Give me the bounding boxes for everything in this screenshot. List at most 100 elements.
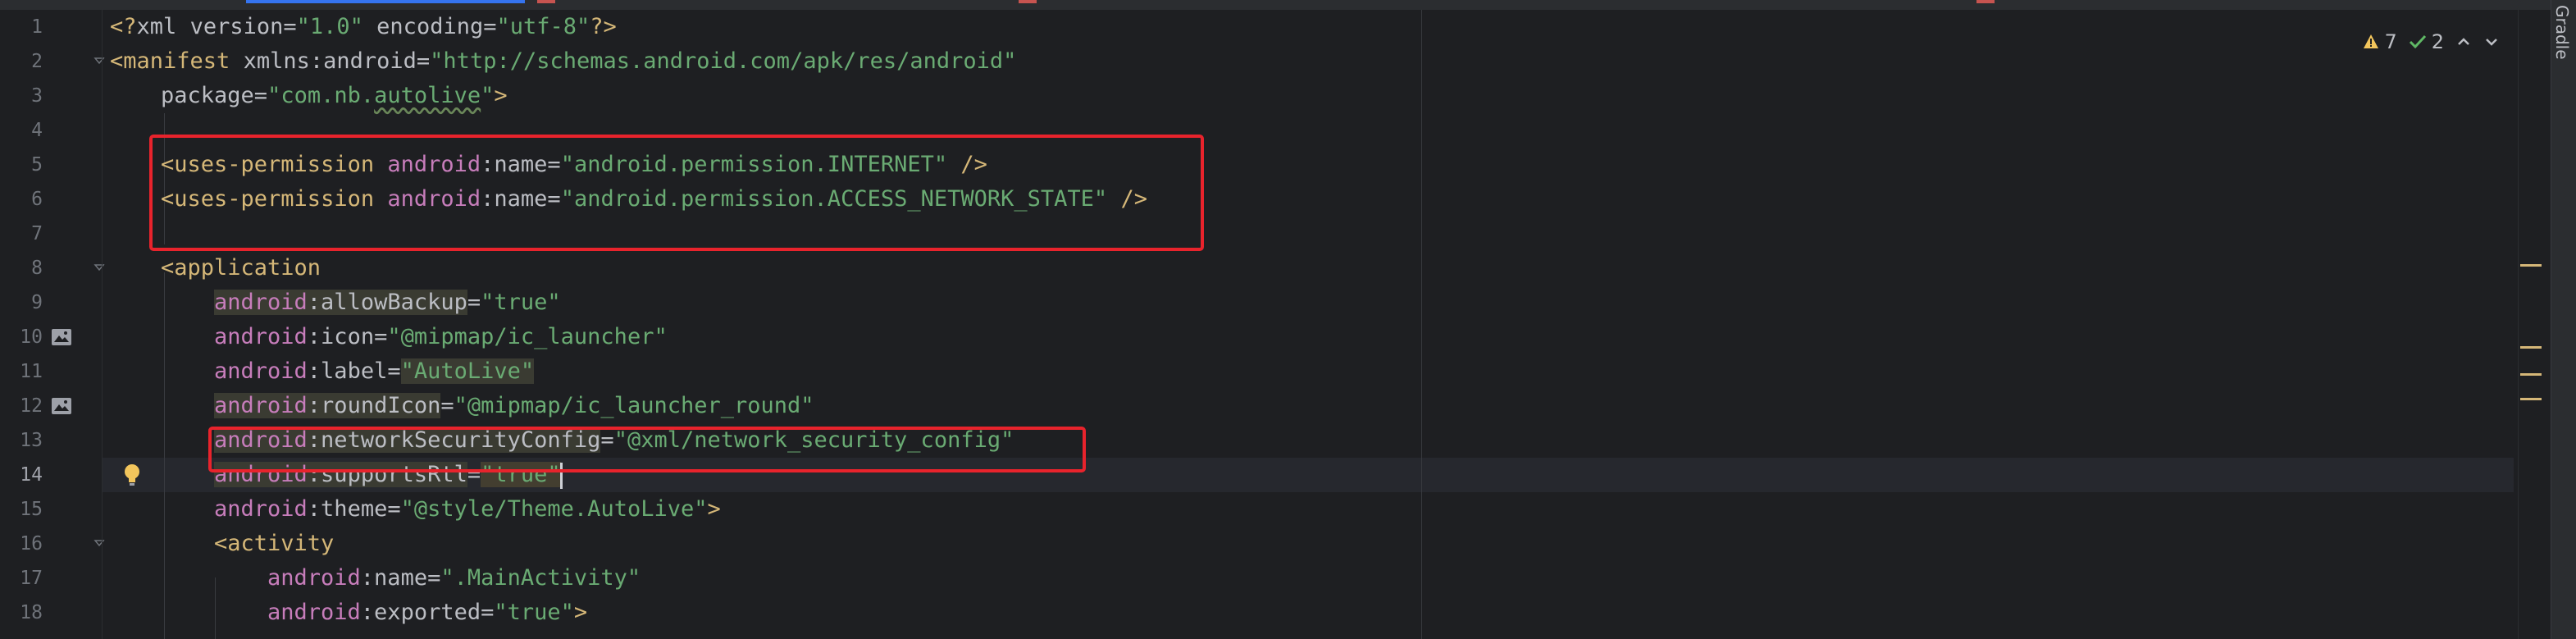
token: "@mipmap/ic_launcher" xyxy=(387,324,668,349)
error-stripe-marker[interactable] xyxy=(2520,398,2542,400)
token: autolive xyxy=(374,83,481,108)
token: version xyxy=(189,14,284,39)
line-number: 16 xyxy=(20,533,43,555)
token: > xyxy=(573,600,588,625)
line-number: 10 xyxy=(20,326,43,348)
warnings-indicator[interactable]: 7 xyxy=(2363,30,2397,53)
token: "@style/Theme.AutoLive" xyxy=(400,496,708,522)
token: :icon xyxy=(307,324,375,349)
line-number: 12 xyxy=(20,395,43,417)
token: "true" xyxy=(494,600,574,625)
token: android xyxy=(214,324,308,349)
line-number: 6 xyxy=(31,189,43,210)
token: :theme xyxy=(307,496,388,522)
line-number: 9 xyxy=(31,292,43,313)
active-tab-indicator xyxy=(246,0,525,3)
token: "AutoLive" xyxy=(400,358,535,384)
tab-icon xyxy=(1976,0,1995,3)
token: ".MainActivity" xyxy=(440,565,641,591)
fold-icon[interactable] xyxy=(93,56,105,67)
error-stripe-marker[interactable] xyxy=(2520,264,2542,267)
editor-scrollbar[interactable] xyxy=(2518,10,2551,639)
code-line-3: package="com.nb.autolive"> xyxy=(161,83,508,108)
gradle-tool-window-button[interactable]: Gradle xyxy=(2552,5,2572,60)
token: :name xyxy=(360,565,428,591)
fold-icon[interactable] xyxy=(93,538,105,550)
warning-icon xyxy=(2364,34,2379,48)
error-stripe-marker[interactable] xyxy=(2520,346,2542,349)
token: xmlns:android xyxy=(243,48,417,74)
code-line-18: android:exported="true"> xyxy=(267,600,588,625)
code-line-8: <application xyxy=(161,251,321,285)
token: > xyxy=(707,496,721,522)
token: package xyxy=(161,83,254,108)
inspection-widget[interactable]: 7 2 xyxy=(2363,30,2500,54)
code-line-17: android:name=".MainActivity" xyxy=(267,565,641,591)
code-area[interactable]: <?xml version="1.0" encoding="utf-8"?> <… xyxy=(110,10,2488,639)
code-line-1: <?xml version="1.0" encoding="utf-8"?> xyxy=(110,14,617,39)
token: android xyxy=(214,496,308,522)
image-preview-icon[interactable] xyxy=(51,328,72,346)
editor-gutter: 1 2 3 4 5 6 7 8 9 10 11 12 13 14 15 16 1… xyxy=(0,10,139,639)
weak-warnings-count: 2 xyxy=(2431,30,2444,53)
token: xml xyxy=(136,14,177,39)
line-number-current: 14 xyxy=(20,464,43,486)
warnings-count: 7 xyxy=(2384,30,2397,53)
token: "true" xyxy=(481,290,561,315)
token: > xyxy=(494,83,508,108)
tab-icon xyxy=(1019,0,1037,3)
image-preview-icon[interactable] xyxy=(51,397,72,415)
tab-icon xyxy=(537,0,555,3)
line-number: 15 xyxy=(20,499,43,520)
line-number: 8 xyxy=(31,258,43,279)
line-number: 18 xyxy=(20,602,43,623)
code-line-16: <activity xyxy=(214,527,334,561)
check-icon xyxy=(2409,34,2426,49)
code-line-9: android:allowBackup="true" xyxy=(214,290,561,315)
line-number: 3 xyxy=(31,85,43,107)
token: :allowBackup xyxy=(307,290,467,315)
line-number: 4 xyxy=(31,120,43,141)
token: android xyxy=(214,290,308,315)
token: <? xyxy=(110,14,137,39)
annotation-box-network-config xyxy=(208,427,1086,472)
code-line-12: android:roundIcon="@mipmap/ic_launcher_r… xyxy=(214,393,814,418)
token: "com.nb. xyxy=(267,83,375,108)
token: android xyxy=(267,600,361,625)
annotation-box-permissions xyxy=(149,135,1204,251)
token: "http://schemas.android.com/apk/res/andr… xyxy=(430,48,1017,74)
token: "utf-8" xyxy=(496,14,590,39)
line-number: 7 xyxy=(31,223,43,244)
gutter-separator xyxy=(102,10,103,639)
fold-icon[interactable] xyxy=(93,262,105,274)
token: android xyxy=(267,565,361,591)
token: <activity xyxy=(214,531,335,556)
code-line-11: android:label="AutoLive" xyxy=(214,358,535,384)
token: " xyxy=(481,83,495,108)
line-number: 2 xyxy=(31,51,43,72)
right-tool-window-bar xyxy=(2551,0,2576,639)
line-number: 17 xyxy=(20,568,43,589)
chevron-up-icon[interactable] xyxy=(2455,34,2472,50)
token: :roundIcon xyxy=(307,393,441,418)
weak-warnings-indicator[interactable]: 2 xyxy=(2409,30,2444,53)
chevron-down-icon[interactable] xyxy=(2483,34,2500,50)
code-line-2: <manifest xmlns:android="http://schemas.… xyxy=(110,48,1017,74)
token: android xyxy=(214,393,308,418)
code-editor[interactable]: 1 2 3 4 5 6 7 8 9 10 11 12 13 14 15 16 1… xyxy=(0,10,2551,639)
error-stripe-marker[interactable] xyxy=(2520,373,2542,376)
line-number: 13 xyxy=(20,430,43,451)
token: android xyxy=(214,358,308,384)
token: <application xyxy=(161,255,321,281)
line-number: 5 xyxy=(31,154,43,176)
token: ?> xyxy=(590,14,617,39)
token: "1.0" xyxy=(296,14,363,39)
token: :label xyxy=(307,358,388,384)
token: <manifest xyxy=(110,48,230,74)
line-number: 1 xyxy=(31,16,43,38)
code-line-15: android:theme="@style/Theme.AutoLive"> xyxy=(214,496,721,522)
line-number: 11 xyxy=(20,361,43,382)
code-line-10: android:icon="@mipmap/ic_launcher" xyxy=(214,324,668,349)
token: "@mipmap/ic_launcher_round" xyxy=(454,393,814,418)
token: encoding xyxy=(376,14,484,39)
